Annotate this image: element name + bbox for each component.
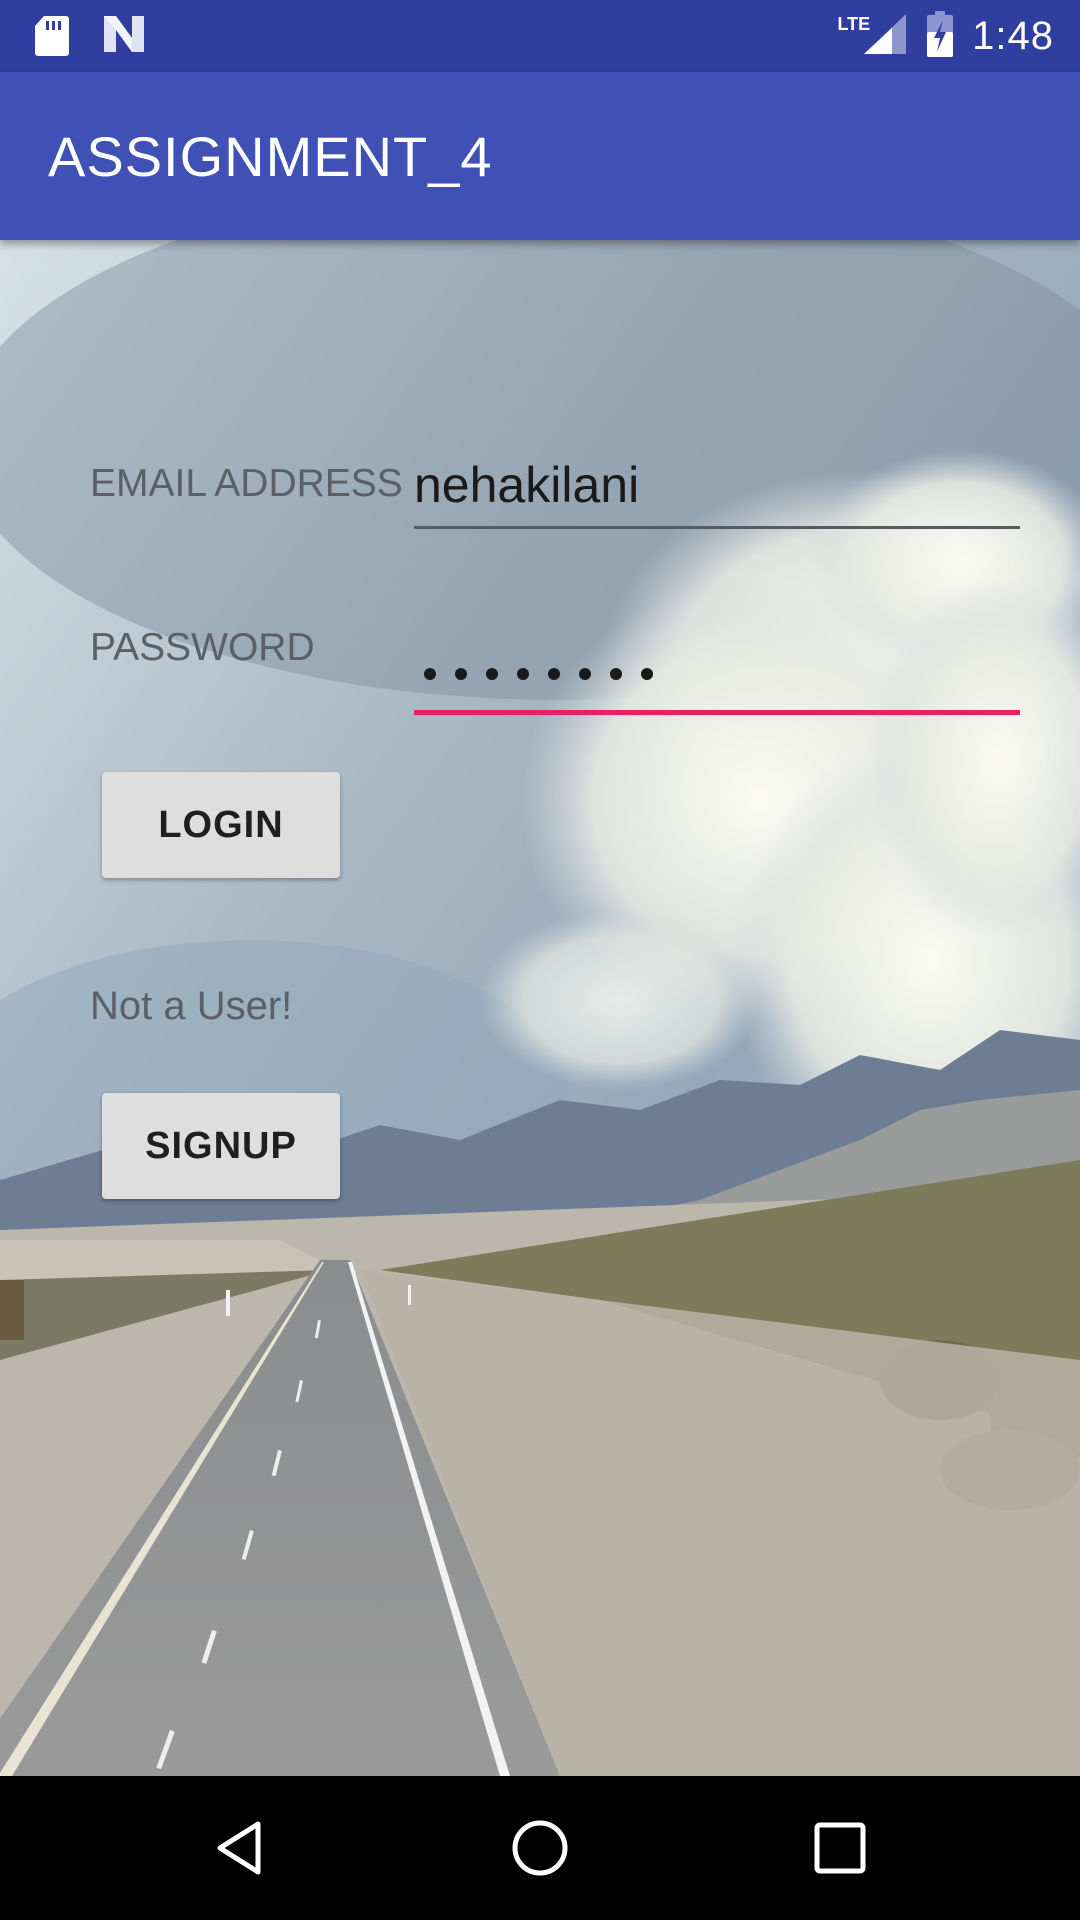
network-type-label: LTE: [837, 13, 871, 34]
password-mask-dot: [579, 668, 591, 680]
back-icon[interactable]: [204, 1812, 276, 1884]
password-mask-dot: [455, 668, 467, 680]
password-masked-value: [424, 668, 653, 680]
battery-charging-icon: [926, 10, 954, 62]
password-mask-dot: [517, 668, 529, 680]
password-mask-dot: [610, 668, 622, 680]
password-mask-dot: [641, 668, 653, 680]
recents-icon[interactable]: [804, 1812, 876, 1884]
signup-button[interactable]: SIGNUP: [102, 1093, 340, 1199]
email-value: nehakilani: [414, 457, 640, 513]
email-label: EMAIL ADDRESS: [90, 462, 403, 505]
login-screen: EMAIL ADDRESS nehakilani PASSWORD LOGIN …: [0, 240, 1080, 1776]
password-mask-dot: [548, 668, 560, 680]
navigation-bar: [0, 1776, 1080, 1920]
password-field[interactable]: [414, 638, 1020, 715]
page-title: ASSIGNMENT_4: [48, 125, 493, 188]
sd-card-icon: [34, 14, 70, 62]
password-mask-dot: [486, 668, 498, 680]
password-mask-dot: [424, 668, 436, 680]
app-bar: ASSIGNMENT_4: [0, 72, 1080, 240]
login-button[interactable]: LOGIN: [102, 772, 340, 878]
home-icon[interactable]: [504, 1812, 576, 1884]
password-label: PASSWORD: [90, 626, 315, 669]
status-time: 1:48: [972, 13, 1054, 58]
email-field[interactable]: nehakilani: [414, 446, 1020, 529]
n-notification-icon: [102, 14, 146, 62]
status-bar: LTE 1:48: [0, 0, 1080, 72]
not-user-text: Not a User!: [90, 984, 293, 1028]
